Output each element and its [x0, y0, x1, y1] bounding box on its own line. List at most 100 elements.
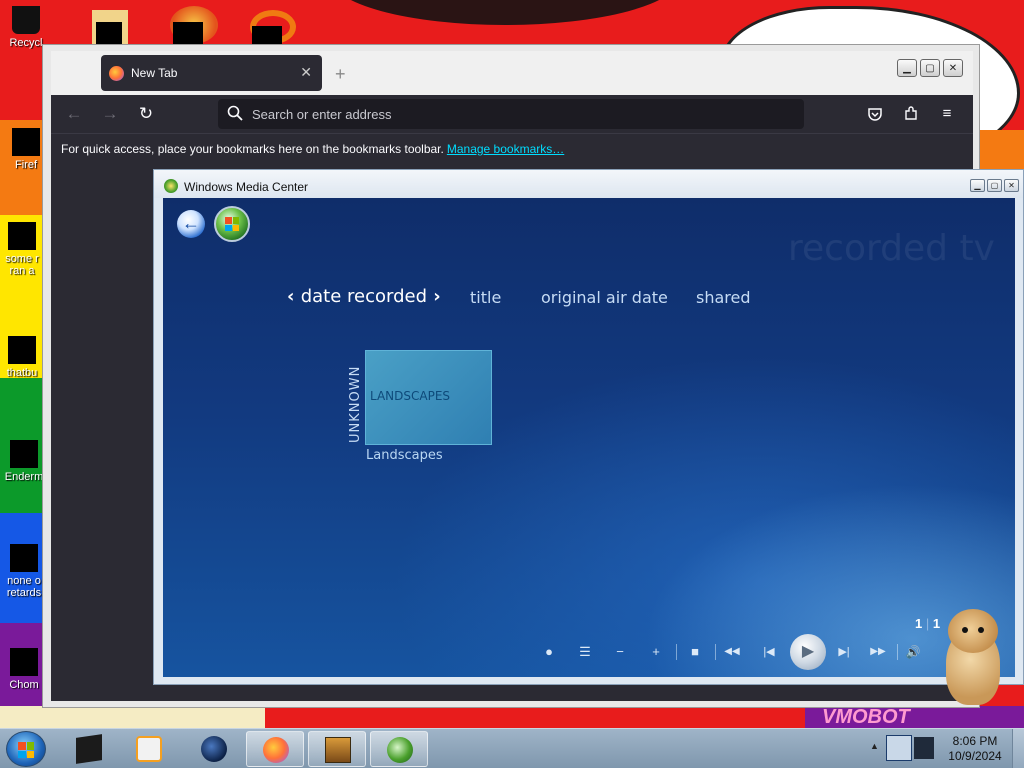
guide-list-icon[interactable]: ☰	[574, 642, 596, 662]
play-button[interactable]: ▶	[790, 634, 826, 670]
desktop-icon-file-4[interactable]: none o retards	[2, 544, 46, 599]
show-desktop-button[interactable]	[1012, 729, 1024, 768]
desktop-icon-top-2[interactable]	[170, 6, 218, 44]
title-bar[interactable]: Windows Media Center ▁ ▢ ✕	[154, 170, 1023, 198]
bookmarks-toolbar: For quick access, place your bookmarks h…	[51, 133, 973, 163]
reload-icon[interactable]: ↻	[135, 104, 157, 126]
close-tab-icon[interactable]: ✕	[300, 64, 312, 81]
windows-flag-icon	[225, 217, 239, 231]
wallpaper-bottom-red	[265, 706, 805, 728]
desktop-icon-file-5[interactable]: Chom	[2, 648, 46, 691]
file-icon	[173, 22, 203, 44]
taskbar: ▲ 8:06 PM 10/9/2024	[0, 728, 1024, 768]
maximize-button[interactable]: ▢	[987, 179, 1002, 192]
window-controls: ▁ ▢ ✕	[970, 179, 1019, 192]
start-button[interactable]	[6, 731, 46, 767]
desktop-icon-file-3[interactable]: Enderm	[2, 440, 46, 483]
show-hidden-icons-icon[interactable]: ▲	[870, 741, 879, 751]
clock-date: 10/9/2024	[948, 749, 1002, 763]
minimize-button[interactable]: ▁	[970, 179, 985, 192]
address-bar[interactable]: Search or enter address	[218, 99, 804, 129]
play-icon: ▶	[801, 643, 815, 660]
menu-icon[interactable]: ≡	[937, 104, 957, 124]
file-icon	[10, 648, 38, 676]
volume-up-icon[interactable]: +	[645, 642, 667, 662]
minimize-button[interactable]: ▁	[897, 59, 917, 77]
tab-new-tab[interactable]: New Tab ✕	[101, 55, 322, 91]
new-tab-button[interactable]: +	[335, 64, 346, 85]
taskbar-item-wmc[interactable]	[370, 731, 428, 767]
extensions-icon[interactable]	[901, 104, 921, 124]
volume-icon[interactable]	[914, 737, 934, 759]
media-box-icon	[76, 734, 102, 764]
fast-forward-icon[interactable]: ▶▶	[867, 642, 889, 662]
clock[interactable]: 8:06 PM 10/9/2024	[946, 734, 1004, 764]
section-watermark: recorded tv	[788, 228, 995, 269]
window-controls: ▁ ▢ ✕	[897, 59, 963, 77]
tile-text: LANDSCAPES	[370, 389, 451, 403]
record-icon[interactable]: ●	[538, 642, 560, 662]
media-center-window: Windows Media Center ▁ ▢ ✕ ← recorded tv…	[153, 169, 1024, 685]
clock-time: 8:06 PM	[952, 734, 998, 748]
hamster-mascot	[940, 605, 1006, 705]
taskbar-item-globe[interactable]	[185, 731, 243, 767]
desktop-icon-top-1[interactable]	[92, 10, 128, 44]
desktop-icon-file-1[interactable]: some r ran a	[0, 222, 44, 277]
desktop-icon-recycle-bin[interactable]: Recycl	[4, 6, 48, 49]
stop-icon[interactable]: ■	[684, 642, 706, 662]
volume-down-icon[interactable]: −	[609, 642, 631, 662]
tile-caption: Landscapes	[366, 448, 443, 463]
nav-toolbar: ← → ↻ Search or enter address ≡	[51, 95, 973, 133]
desktop-icon-label: Enderm	[4, 471, 44, 483]
recording-tile[interactable]: LANDSCAPES	[365, 350, 492, 445]
close-button[interactable]: ✕	[943, 59, 963, 77]
desktop-icon-label: retards	[6, 587, 42, 599]
file-icon	[10, 544, 38, 572]
back-icon[interactable]: ←	[63, 104, 85, 126]
recycle-bin-icon	[12, 6, 40, 34]
desktop-icon-label: none o	[7, 575, 41, 587]
mute-icon[interactable]: 🔊	[902, 642, 924, 662]
firefox-icon	[109, 66, 124, 81]
taskbar-item-box[interactable]	[308, 731, 366, 767]
skip-forward-icon[interactable]: ▶|	[833, 642, 855, 662]
search-icon	[227, 105, 243, 121]
system-tray: ▲ 8:06 PM 10/9/2024	[866, 729, 1024, 768]
divider	[897, 644, 898, 660]
desktop-icon-label: Chom	[9, 679, 39, 691]
file-icon	[96, 22, 122, 44]
desktop-icon-file-2[interactable]: thatbu	[0, 336, 44, 379]
skip-back-icon[interactable]: |◀	[758, 642, 780, 662]
back-arrow-icon[interactable]: ←	[177, 210, 205, 238]
pocket-icon[interactable]	[865, 104, 885, 124]
sort-title[interactable]: title	[470, 288, 501, 307]
wallpaper-text: VMOBOT	[822, 706, 910, 728]
network-icon[interactable]	[886, 735, 912, 761]
sort-shared[interactable]: shared	[696, 288, 751, 307]
sort-date-recorded[interactable]: ‹ date recorded ›	[287, 286, 441, 307]
forward-icon[interactable]: →	[99, 104, 121, 126]
windows-flag-icon	[18, 742, 34, 758]
page-indicator: 1 | 1	[915, 616, 941, 631]
page-total: 1	[932, 616, 941, 631]
bookmarks-hint: For quick access, place your bookmarks h…	[61, 142, 444, 156]
address-placeholder: Search or enter address	[252, 107, 392, 122]
maximize-button[interactable]: ▢	[920, 59, 940, 77]
media-player-icon	[136, 736, 162, 762]
manage-bookmarks-link[interactable]: Manage bookmarks…	[447, 142, 564, 156]
globe-icon	[201, 736, 227, 762]
sort-original-air-date[interactable]: original air date	[541, 288, 668, 307]
chevron-left-icon: ‹	[287, 286, 301, 307]
desktop-icon-top-3[interactable]	[250, 10, 296, 46]
desktop-icon-label: thatbu	[6, 367, 38, 379]
divider	[676, 644, 677, 660]
taskbar-item-media[interactable]	[60, 731, 118, 767]
start-orb-icon[interactable]	[214, 206, 250, 242]
media-center-logo-icon	[164, 179, 178, 193]
file-icon	[8, 336, 36, 364]
close-button[interactable]: ✕	[1004, 179, 1019, 192]
rewind-icon[interactable]: ◀◀	[721, 642, 743, 662]
taskbar-item-firefox[interactable]	[246, 731, 304, 767]
taskbar-item-wmp[interactable]	[120, 731, 178, 767]
desktop-icon-label: ran a	[9, 265, 35, 277]
